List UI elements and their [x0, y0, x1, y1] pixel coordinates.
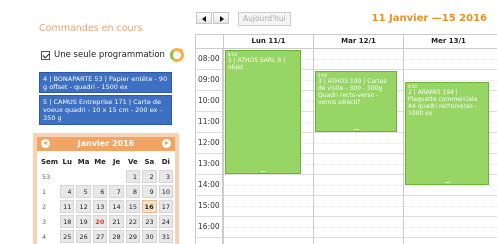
weekday-header: Ma	[77, 158, 90, 166]
time-label: 08:00	[198, 54, 220, 63]
next-week-button[interactable]	[213, 12, 229, 24]
calendar-event[interactable]: 8:00 1 | ATHOS SARL 6 | objet	[225, 50, 301, 174]
calendar-event[interactable]: 9:00 3 | ATHOS 199 | Cartes de visite - 3…	[315, 71, 397, 132]
day-cell[interactable]: 28	[109, 230, 124, 243]
week-number: 53	[41, 170, 59, 183]
weekday-header: Di	[161, 158, 170, 166]
day-header: Mer 13/1	[403, 35, 493, 48]
day-cell[interactable]: 22	[125, 215, 141, 228]
event-text: 2 | ARAMIS 194 | Plaquette commerciale A…	[408, 88, 478, 117]
weekday-header: Lu	[62, 158, 72, 166]
single-programmation-row[interactable]: Une seule programmation	[41, 48, 184, 62]
day-cell[interactable]: 4	[60, 185, 75, 198]
day-cell[interactable]: 6	[92, 185, 108, 198]
left-panel: Commandes en cours Une seule programmati…	[0, 0, 184, 244]
time-label: 14:00	[198, 180, 220, 189]
time-label: 13:00	[198, 159, 220, 168]
day-cell[interactable]: 21	[109, 215, 124, 228]
weekday-header: Me	[94, 158, 106, 166]
calendar-toolbar: Aujourd'hui 11 Janvier —15 2016	[186, 0, 497, 30]
refresh-icon[interactable]	[169, 48, 184, 62]
day-cell[interactable]: 16	[142, 200, 157, 213]
day-cell[interactable]: 25	[60, 230, 75, 243]
today-button[interactable]: Aujourd'hui	[238, 12, 291, 26]
day-cell[interactable]: 9	[142, 185, 157, 198]
day-cell[interactable]: 14	[109, 200, 124, 213]
week-calendar: Aujourd'hui 11 Janvier —15 2016 Lun 11/1…	[186, 0, 497, 244]
datepicker-week-row: 4 25 26 27 28 29 30 31	[41, 230, 173, 243]
day-cell[interactable]: 8	[125, 185, 141, 198]
datepicker: Janvier 2016 Sem Lu Ma Me Je Ve Sa Di 53 1 2 3 1 4 5 6…	[33, 133, 179, 244]
event-resize-handle[interactable]	[445, 181, 450, 183]
empty-day	[92, 170, 108, 183]
day-cell[interactable]: 10	[158, 185, 173, 198]
datepicker-grid: Sem Lu Ma Me Je Ve Sa Di 53 1 2 3 1 4 5 6 7 8 9 10 2 11 12 13 1…	[39, 154, 175, 244]
day-cell[interactable]: 29	[125, 230, 141, 243]
calendar-title: 11 Janvier —15 2016	[371, 13, 487, 24]
day-cell[interactable]: 19	[76, 215, 91, 228]
datepicker-week-row: 53 1 2 3	[41, 170, 173, 183]
single-programmation-label: Une seule programmation	[54, 50, 165, 60]
week-number: 3	[41, 215, 59, 228]
day-cell[interactable]: 15	[125, 200, 141, 213]
day-header: Mar 12/1	[313, 35, 403, 48]
day-cell[interactable]: 3	[158, 170, 173, 183]
time-label: 11:00	[198, 117, 220, 126]
day-cell[interactable]: 18	[60, 215, 75, 228]
event-resize-handle[interactable]	[261, 171, 266, 172]
day-cell[interactable]: 17	[158, 200, 173, 213]
weekday-header: Sem	[41, 158, 59, 166]
time-column: 08:00 09:00 10:00 11:00 12:00 13:00 14:00 15:00…	[196, 49, 223, 244]
week-number: 1	[41, 185, 59, 198]
calendar-event[interactable]: 9:30 2 | ARAMIS 194 | Plaquette commercia…	[405, 81, 489, 185]
day-cell[interactable]: 26	[76, 230, 91, 243]
empty-day	[76, 170, 91, 183]
weekday-header: Je	[112, 158, 121, 166]
time-label: 09:00	[198, 75, 220, 84]
empty-day	[109, 170, 124, 183]
week-number: 4	[41, 230, 59, 243]
day-cell[interactable]: 31	[158, 230, 173, 243]
day-cell[interactable]: 7	[109, 185, 124, 198]
datepicker-header: Janvier 2016	[37, 137, 175, 151]
datepicker-week-row: 1 4 5 6 7 8 9 10	[41, 185, 173, 198]
datepicker-week-row: 3 18 19 20 21 22 23 24	[41, 215, 173, 228]
day-cell[interactable]: 1	[125, 170, 141, 183]
weekday-header: Ve	[127, 158, 138, 166]
order-card[interactable]: 4 | BONAPARTE 53 | Papier entête - 90 g …	[39, 72, 172, 93]
calendar-grid: Lun 11/1 Mar 12/1 Mer 13/1 08:00 09:00 10:00…	[195, 34, 497, 244]
next-month-icon[interactable]	[162, 139, 171, 148]
weekday-header: Sa	[144, 158, 155, 166]
day-cell[interactable]: 20	[92, 215, 108, 228]
day-cell[interactable]: 30	[142, 230, 157, 243]
day-cell[interactable]: 5	[76, 185, 91, 198]
order-card[interactable]: 5 | CAMUS Entreprise 171 | Carte de voeu…	[39, 95, 172, 125]
time-label: 12:00	[198, 138, 220, 147]
day-cell[interactable]: 2	[142, 170, 157, 183]
day-cell[interactable]: 27	[92, 230, 108, 243]
time-label: 15:00	[198, 201, 220, 210]
day-cell[interactable]: 13	[92, 200, 108, 213]
week-number: 2	[41, 200, 59, 213]
time-label: 10:00	[198, 96, 220, 105]
empty-day	[60, 170, 75, 183]
day-cell[interactable]: 23	[142, 215, 157, 228]
datepicker-week-row: 2 11 12 13 14 15 16 17	[41, 200, 173, 213]
single-programmation-checkbox[interactable]	[41, 50, 50, 60]
orders-title: Commandes en cours	[39, 23, 143, 34]
day-header-row: Lun 11/1 Mar 12/1 Mer 13/1	[196, 35, 497, 49]
day-cell[interactable]: 12	[76, 200, 91, 213]
datepicker-title: Janvier 2016	[77, 139, 135, 148]
time-label: 16:00	[198, 222, 220, 231]
prev-week-button[interactable]	[196, 12, 212, 24]
day-cell[interactable]: 24	[158, 215, 173, 228]
event-text: 3 | ATHOS 199 | Cartes de visite - 300 -…	[318, 78, 387, 106]
event-text: 1 | ATHOS SARL 6 | objet	[228, 57, 286, 71]
day-cell[interactable]: 11	[60, 200, 75, 213]
event-resize-handle[interactable]	[354, 129, 359, 130]
day-header: Lun 11/1	[223, 35, 313, 48]
